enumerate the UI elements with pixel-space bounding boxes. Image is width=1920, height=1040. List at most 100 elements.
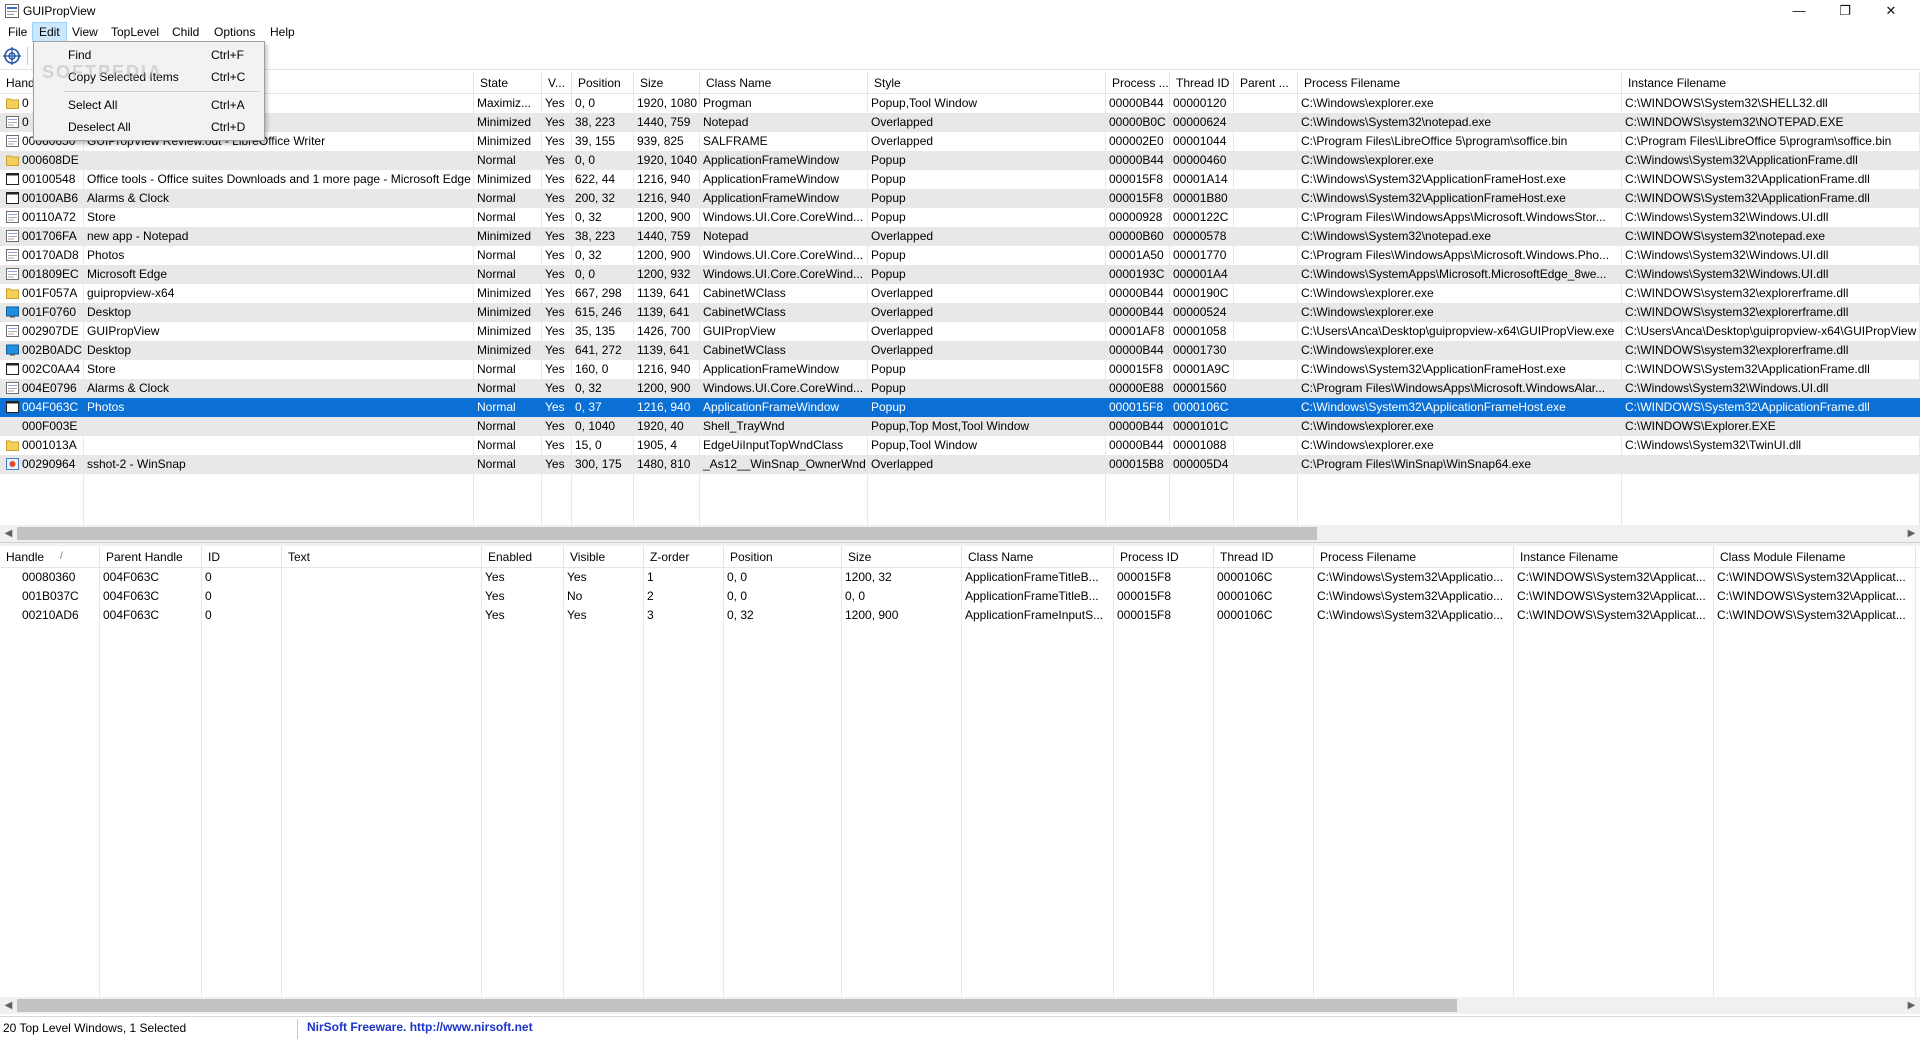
bot-col-header[interactable]: Text <box>282 546 482 568</box>
cell-tid: 00001560 <box>1173 381 1227 395</box>
bot-col-header[interactable]: Class Module Filename <box>1714 546 1916 568</box>
column-divider <box>841 568 842 1002</box>
cell-pid: 000015F8 <box>1117 608 1172 622</box>
bot-col-header[interactable]: Visible <box>564 546 644 568</box>
bot-col-header[interactable]: Process Filename <box>1314 546 1514 568</box>
cell-style: Popup <box>871 267 906 281</box>
sort-indicator-icon: / <box>60 551 63 562</box>
bot-col-header[interactable]: Class Name <box>962 546 1114 568</box>
top-horizontal-scrollbar[interactable]: ◀ ▶ <box>0 525 1920 542</box>
bot-col-header[interactable]: Enabled <box>482 546 564 568</box>
cell-tid: 00001B80 <box>1173 191 1228 205</box>
table-row[interactable]: 0001013A Normal Yes 15, 0 1905, 4 EdgeUiInput… <box>0 436 1920 455</box>
top-col-header[interactable]: V... <box>542 72 572 94</box>
cell-handle: 002B0ADC <box>22 343 82 357</box>
scrollbar-thumb[interactable] <box>17 999 1457 1012</box>
top-col-header[interactable]: Size <box>634 72 700 94</box>
cell-v: Yes <box>545 229 565 243</box>
cell-pos: 160, 0 <box>575 362 609 376</box>
table-row[interactable]: 00100548 Office tools - Office suites Dow… <box>0 170 1920 189</box>
table-row[interactable]: 004E0796 Alarms & Clock Normal Yes 0, 32 1200… <box>0 379 1920 398</box>
cell-state: Maximiz... <box>477 96 531 110</box>
menu-edit[interactable]: Edit <box>32 22 67 42</box>
cell-visible: Yes <box>567 570 587 584</box>
cell-cls: ApplicationFrameWindow <box>703 172 840 186</box>
table-row[interactable]: 0 Minimized Yes 38, 223 1440, 759 Notepad Over… <box>0 113 1920 132</box>
bot-col-header[interactable]: Parent Handle <box>100 546 202 568</box>
cell-size: 1200, 932 <box>637 267 691 281</box>
minimize-button[interactable]: — <box>1776 0 1822 22</box>
scrollbar-thumb[interactable] <box>17 527 1317 540</box>
table-row[interactable]: 000F003E Normal Yes 0, 1040 1920, 40 Shell_Tr… <box>0 417 1920 436</box>
table-row[interactable]: 00080360 004F063C 0 Yes Yes 1 0, 0 1200, 32 Appl… <box>0 568 1920 587</box>
table-row[interactable]: 002C0AA4 Store Normal Yes 160, 0 1216, 940 App… <box>0 360 1920 379</box>
table-row[interactable]: 00170AD8 Photos Normal Yes 0, 32 1200, 900 Win… <box>0 246 1920 265</box>
cell-style: Overlapped <box>871 305 934 319</box>
scroll-right-icon[interactable]: ▶ <box>1903 525 1920 542</box>
bot-col-header[interactable]: Handle <box>0 546 100 568</box>
bottom-horizontal-scrollbar[interactable]: ◀ ▶ <box>0 997 1920 1014</box>
bot-col-header[interactable]: Process ID <box>1114 546 1214 568</box>
cell-cmfile: C:\WINDOWS\System32\Applicat... <box>1717 608 1906 622</box>
table-row[interactable]: 00060650 GUIPropView Review.odt - LibreOf… <box>0 132 1920 151</box>
menu-options[interactable]: Options <box>208 22 261 42</box>
table-row[interactable]: 002907DE GUIPropView Minimized Yes 35, 135 14… <box>0 322 1920 341</box>
table-row[interactable]: 000608DE Normal Yes 0, 0 1920, 1040 Applicati… <box>0 151 1920 170</box>
menu-help[interactable]: Help <box>264 22 301 42</box>
table-row[interactable]: 001F057A guipropview-x64 Minimized Yes 667, … <box>0 284 1920 303</box>
table-row[interactable]: 004F063C Photos Normal Yes 0, 37 1216, 940 App… <box>0 398 1920 417</box>
close-button[interactable]: ✕ <box>1868 0 1914 22</box>
menu-file[interactable]: File <box>2 22 33 42</box>
cell-pos: 667, 298 <box>575 286 622 300</box>
table-row[interactable]: 002B0ADC Desktop Minimized Yes 641, 272 1139,… <box>0 341 1920 360</box>
scroll-left-icon[interactable]: ◀ <box>0 997 17 1014</box>
menu-view[interactable]: View <box>66 22 104 42</box>
menu-item-select-all[interactable]: Select All Ctrl+A <box>36 95 262 116</box>
scroll-right-icon[interactable]: ▶ <box>1903 997 1920 1014</box>
table-row[interactable]: 001809EC Microsoft Edge Normal Yes 0, 0 1200,… <box>0 265 1920 284</box>
menu-toplevel[interactable]: TopLevel <box>105 22 165 42</box>
top-col-header[interactable]: Style <box>868 72 1106 94</box>
top-col-header[interactable]: Class Name <box>700 72 868 94</box>
bot-col-header[interactable]: Thread ID <box>1214 546 1314 568</box>
table-row[interactable]: 00100AB6 Alarms & Clock Normal Yes 200, 32 12… <box>0 189 1920 208</box>
bot-col-header[interactable]: Z-order <box>644 546 724 568</box>
bot-col-header[interactable]: ID <box>202 546 282 568</box>
cell-v: Yes <box>545 210 565 224</box>
cell-pos: 615, 246 <box>575 305 622 319</box>
cell-pid: 000015F8 <box>1109 400 1164 414</box>
cell-cls: CabinetWClass <box>703 286 786 300</box>
table-row[interactable]: 001F0760 Desktop Minimized Yes 615, 246 1139,… <box>0 303 1920 322</box>
top-col-header[interactable]: Position <box>572 72 634 94</box>
cell-handle: 001B037C <box>22 589 79 603</box>
top-col-header[interactable]: Process ... <box>1106 72 1170 94</box>
menu-item-deselect-all[interactable]: Deselect All Ctrl+D <box>36 117 262 138</box>
top-level-windows-list[interactable]: HandleTitleStateV...PositionSizeClass Na… <box>0 72 1920 534</box>
bot-col-header[interactable]: Size <box>842 546 962 568</box>
table-row[interactable]: 001B037C 004F063C 0 Yes No 2 0, 0 0, 0 Applicati… <box>0 587 1920 606</box>
cell-pfile: C:\Windows\System32\notepad.exe <box>1301 229 1492 243</box>
bot-col-header[interactable]: Instance Filename <box>1514 546 1714 568</box>
scroll-left-icon[interactable]: ◀ <box>0 525 17 542</box>
maximize-button[interactable]: ❐ <box>1822 0 1868 22</box>
target-icon[interactable] <box>3 47 21 65</box>
cell-v: Yes <box>545 324 565 338</box>
cell-pfile: C:\Windows\explorer.exe <box>1301 305 1434 319</box>
child-windows-list[interactable]: Handle / Parent Handle ID Text Enabled Visible… <box>0 546 1920 1002</box>
top-col-header[interactable]: Thread ID <box>1170 72 1234 94</box>
menu-child[interactable]: Child <box>166 22 205 42</box>
top-col-header[interactable]: State <box>474 72 542 94</box>
nirsoft-link[interactable]: NirSoft Freeware. http://www.nirsoft.net <box>307 1020 533 1034</box>
column-divider <box>281 568 282 1002</box>
table-row[interactable]: 00290964 sshot-2 - WinSnap Normal Yes 300, 1… <box>0 455 1920 474</box>
cell-pid: 00000B44 <box>1109 305 1164 319</box>
table-row[interactable]: 001706FA new app - Notepad Minimized Yes 38,… <box>0 227 1920 246</box>
bot-col-header[interactable]: Position <box>724 546 842 568</box>
top-col-header[interactable]: Process Filename <box>1298 72 1622 94</box>
cell-text <box>282 587 480 606</box>
table-row[interactable]: 00110A72 Store Normal Yes 0, 32 1200, 900 Wind… <box>0 208 1920 227</box>
table-row[interactable]: 00210AD6 004F063C 0 Yes Yes 3 0, 32 1200, 900 Ap… <box>0 606 1920 625</box>
top-col-header[interactable]: Parent ... <box>1234 72 1298 94</box>
top-col-header[interactable]: Instance Filename <box>1622 72 1920 94</box>
table-row[interactable]: 0 Maximiz... Yes 0, 0 1920, 1080 Progman Popup… <box>0 94 1920 113</box>
